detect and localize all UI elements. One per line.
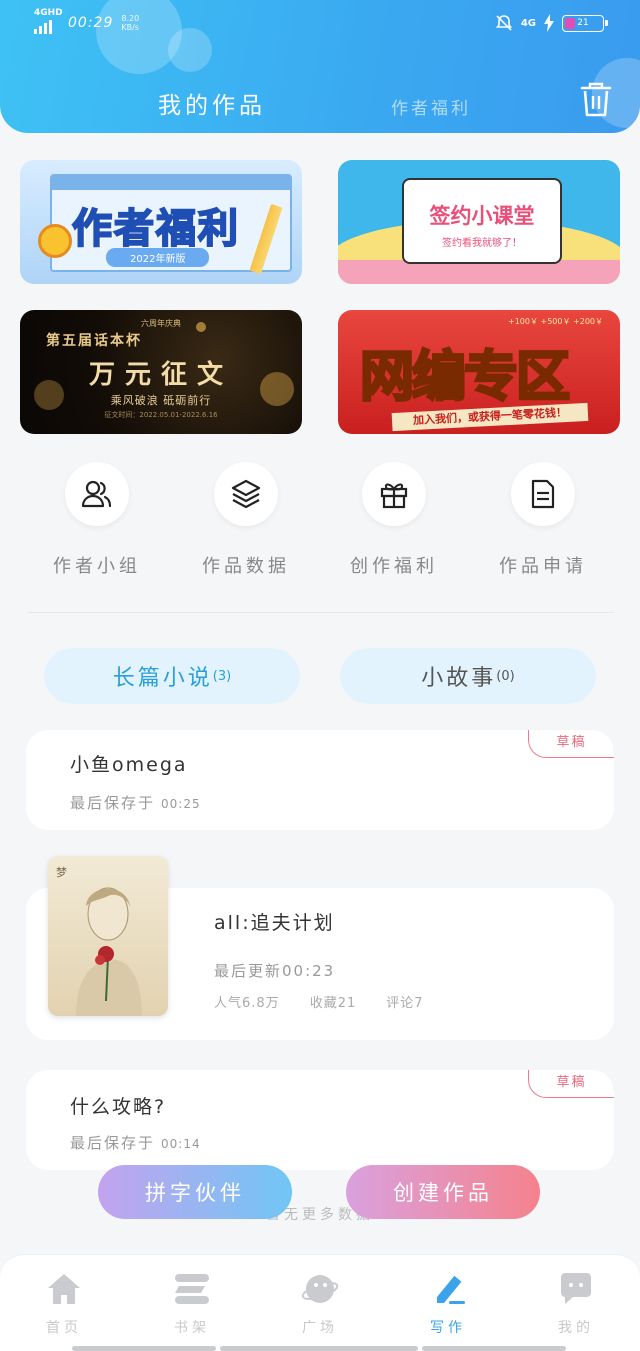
bottom-nav: 首页 书架 广场 写作 我的 — [0, 1254, 640, 1351]
planet-icon — [301, 1275, 339, 1303]
home-indicator — [72, 1346, 216, 1351]
nav-label: 首页 — [46, 1320, 82, 1336]
tab-label: 小故事 — [421, 666, 497, 691]
create-work-button[interactable]: 创建作品 — [346, 1165, 540, 1219]
novel-cover-image — [76, 887, 142, 1016]
section-divider — [28, 612, 614, 613]
status-bar: 4GHD 00:29 8.20 KB/s 4G 21 — [0, 8, 640, 38]
banner-editor-zone[interactable]: +100￥ +500￥ +200￥ 网编专区 加入我们，或获得一笔零花钱！ — [338, 310, 620, 434]
tab-author-benefits[interactable]: 作者福利 — [391, 94, 471, 119]
nav-write[interactable]: 写作 — [384, 1269, 512, 1337]
home-indicator — [422, 1346, 566, 1351]
nav-bookshelf[interactable]: 书架 — [128, 1269, 256, 1337]
chat-bubble-icon — [561, 1273, 591, 1304]
work-comments: 评论7 — [386, 996, 424, 1011]
work-stats: 人气6.8万 收藏21 评论7 — [214, 992, 424, 1011]
work-card[interactable]: 什么攻略? 最后保存于 00:14 草稿 — [26, 1070, 614, 1170]
users-icon — [81, 480, 112, 508]
document-icon — [531, 479, 555, 509]
clock-time: 00:29 — [68, 15, 114, 31]
draft-badge: 草稿 — [528, 1070, 614, 1098]
nav-mine[interactable]: 我的 — [512, 1269, 640, 1337]
nav-label: 书架 — [174, 1320, 210, 1336]
tab-short-story[interactable]: 小故事 (0) — [340, 648, 596, 704]
charging-icon — [544, 14, 554, 32]
alarm-clock-icon — [38, 224, 72, 258]
action-label: 创作福利 — [350, 556, 438, 577]
banner-subtitle: 2022年新版 — [106, 248, 210, 267]
banner-board: 签约小课堂 签约看我就够了！ — [402, 178, 562, 264]
action-label: 作品申请 — [499, 556, 587, 577]
work-card[interactable]: 小鱼omega 最后保存于 00:25 草稿 — [26, 730, 614, 830]
banner-series: 第五届话本杯 — [46, 333, 142, 349]
work-updated: 最后更新00:23 — [214, 962, 336, 980]
home-indicator — [220, 1346, 418, 1351]
banner-author-benefits[interactable]: 作者福利 2022年新版 — [20, 160, 302, 284]
action-creation-benefits[interactable]: 创作福利 — [334, 462, 454, 578]
banner-title: 网编专区 — [359, 344, 572, 410]
banner-subtitle: 签约看我就够了！ — [442, 238, 522, 249]
banner-date: 征文时间：2022.05.01-2022.6.16 — [104, 411, 218, 419]
signal-icon: 4GHD — [34, 8, 63, 34]
bookshelf-icon — [175, 1274, 209, 1304]
nav-label: 我的 — [558, 1320, 594, 1336]
work-save-time: 最后保存于 00:14 — [70, 1134, 201, 1152]
nav-home[interactable]: 首页 — [0, 1269, 128, 1337]
work-cover-image[interactable]: 梦 — [48, 856, 168, 1016]
nav-label: 写作 — [430, 1320, 466, 1336]
writing-partner-button[interactable]: 拼字伙伴 — [98, 1165, 292, 1219]
banner-subtitle: 乘风破浪 砥砺前行 — [110, 394, 212, 407]
banner-coins: +100￥ +500￥ +200￥ — [508, 317, 604, 326]
work-title: 什么攻略? — [70, 1096, 167, 1118]
tab-count: (0) — [496, 668, 515, 684]
work-favorites: 收藏21 — [309, 996, 357, 1011]
trash-icon[interactable] — [580, 82, 612, 118]
nav-label: 广场 — [302, 1320, 338, 1336]
banner-title: 万元征文 — [88, 360, 233, 390]
tab-long-novel[interactable]: 长篇小说 (3) — [44, 648, 300, 704]
action-label: 作者小组 — [53, 556, 141, 577]
nav-square[interactable]: 广场 — [256, 1269, 384, 1337]
action-label: 作品数据 — [202, 556, 290, 577]
gift-icon — [380, 483, 408, 509]
battery-icon: 21 — [562, 14, 608, 32]
work-popularity: 人气6.8万 — [214, 996, 280, 1011]
network-type: 4G — [520, 17, 536, 29]
action-work-data[interactable]: 作品数据 — [186, 462, 306, 578]
pen-icon — [437, 1274, 465, 1304]
tab-label: 长篇小说 — [112, 666, 213, 691]
work-title: all:追夫计划 — [214, 912, 335, 934]
banner-title: 作者福利 — [71, 204, 240, 253]
action-author-group[interactable]: 作者小组 — [37, 462, 157, 578]
banner-title: 签约小课堂 — [429, 204, 535, 228]
tab-my-works[interactable]: 我的作品 — [158, 86, 266, 120]
cover-text: 梦 — [56, 866, 67, 879]
layers-icon — [231, 479, 261, 509]
app-header: 4GHD 00:29 8.20 KB/s 4G 21 我的作品 作者福利 — [0, 0, 640, 133]
banner-signing-class[interactable]: 签约小课堂 签约看我就够了！ — [338, 160, 620, 284]
network-speed: 8.20 KB/s — [121, 14, 140, 32]
draft-badge: 草稿 — [528, 730, 614, 758]
mute-bell-icon — [495, 15, 512, 31]
tab-count: (3) — [212, 668, 232, 684]
action-work-application[interactable]: 作品申请 — [483, 462, 603, 578]
banner-essay-contest[interactable]: 六周年庆典 第五届话本杯 万元征文 乘风破浪 砥砺前行 征文时间：2022.05… — [20, 310, 302, 434]
home-icon — [48, 1274, 80, 1304]
work-title: 小鱼omega — [70, 754, 188, 776]
work-save-time: 最后保存于 00:25 — [70, 794, 201, 812]
no-more-data-text: 暂无更多数据 — [266, 1207, 374, 1223]
banner-top-text: 六周年庆典 — [141, 319, 181, 328]
